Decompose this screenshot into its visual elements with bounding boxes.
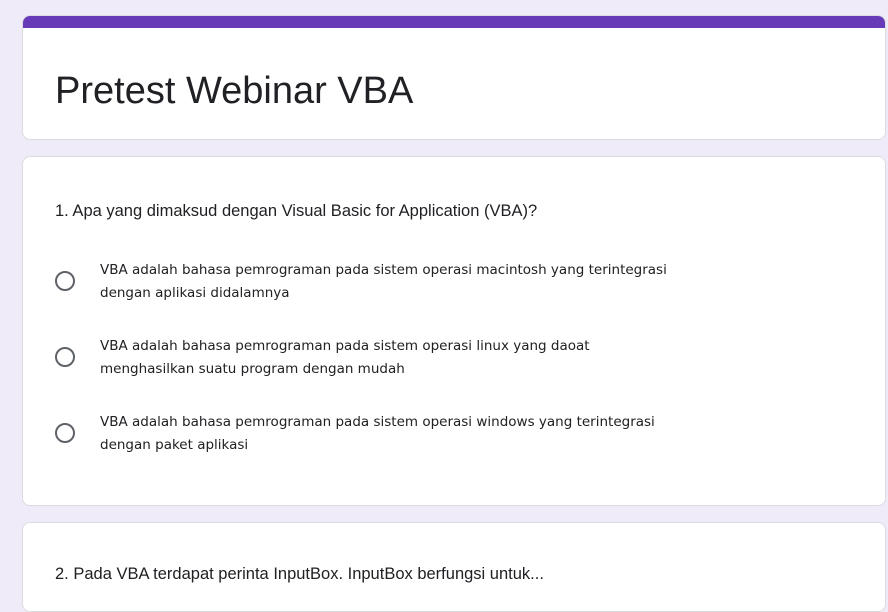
- question-1-option-2[interactable]: VBA adalah bahasa pemrograman pada siste…: [55, 335, 835, 383]
- question-card-2: 2. Pada VBA terdapat perinta InputBox. I…: [22, 522, 886, 612]
- option-label-line: dengan paket aplikasi: [100, 437, 249, 453]
- question-1-option-3[interactable]: VBA adalah bahasa pemrograman pada siste…: [55, 411, 835, 459]
- form-title: Pretest Webinar VBA: [55, 70, 414, 112]
- radio-button[interactable]: [55, 423, 75, 443]
- option-label: VBA adalah bahasa pemrograman pada siste…: [100, 335, 820, 381]
- option-label-line: menghasilkan suatu program dengan mudah: [100, 361, 405, 377]
- option-label: VBA adalah bahasa pemrograman pada siste…: [100, 259, 820, 305]
- form-accent-bar: [23, 16, 885, 28]
- radio-button[interactable]: [55, 347, 75, 367]
- question-title-2: 2. Pada VBA terdapat perinta InputBox. I…: [55, 565, 544, 583]
- option-label: VBA adalah bahasa pemrograman pada siste…: [100, 411, 820, 457]
- option-label-line: VBA adalah bahasa pemrograman pada siste…: [100, 338, 590, 354]
- option-label-line: VBA adalah bahasa pemrograman pada siste…: [100, 262, 667, 278]
- question-card-1: 1. Apa yang dimaksud dengan Visual Basic…: [22, 156, 886, 506]
- option-label-line: dengan aplikasi didalamnya: [100, 285, 290, 301]
- option-label-line: VBA adalah bahasa pemrograman pada siste…: [100, 414, 655, 430]
- radio-button[interactable]: [55, 271, 75, 291]
- form-header-card: Pretest Webinar VBA: [22, 15, 886, 140]
- question-title-1: 1. Apa yang dimaksud dengan Visual Basic…: [55, 202, 538, 220]
- question-1-option-1[interactable]: VBA adalah bahasa pemrograman pada siste…: [55, 259, 835, 307]
